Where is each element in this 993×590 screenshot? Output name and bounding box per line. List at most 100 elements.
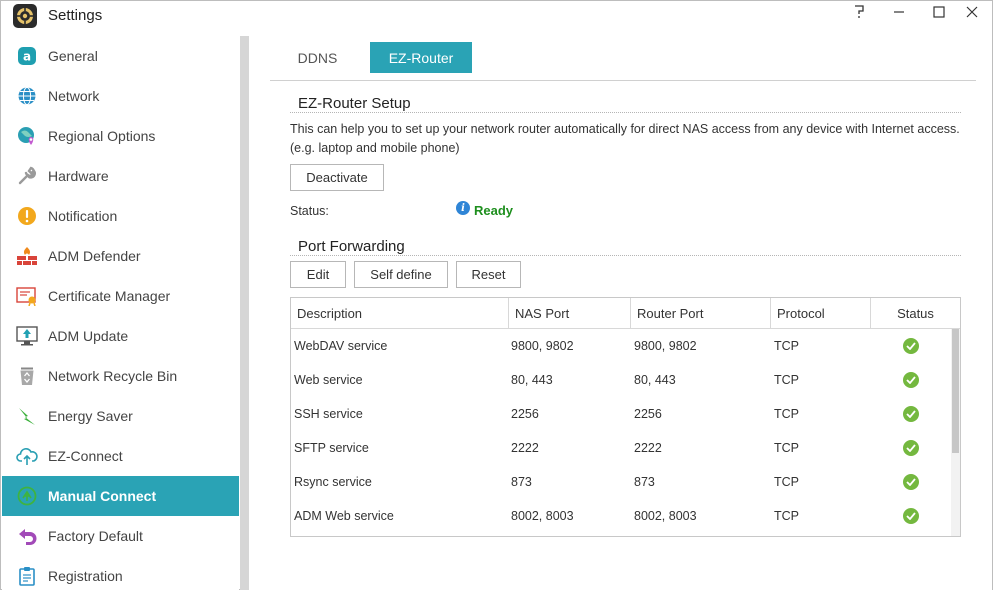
cell-description: SSH service — [294, 407, 363, 421]
sidebar-item-label: ADM Update — [48, 328, 129, 344]
close-button[interactable] — [952, 1, 992, 23]
firewall-icon — [16, 245, 38, 267]
column-header-router-port[interactable]: Router Port — [631, 298, 771, 329]
sidebar-item-label: Energy Saver — [48, 408, 133, 424]
window-title: Settings — [48, 7, 103, 24]
sidebar-item-label: General — [48, 48, 98, 64]
cell-nas-port: 2256 — [511, 407, 539, 421]
tab-bar: DDNS EZ-Router — [270, 42, 976, 81]
cell-router-port: 80, 443 — [634, 373, 676, 387]
tab-ddns[interactable]: DDNS — [270, 42, 365, 73]
table-scrollbar-thumb[interactable] — [952, 329, 959, 453]
sidebar-item-energy-saver[interactable]: Energy Saver — [2, 396, 239, 436]
sidebar-item-notification[interactable]: Notification — [2, 196, 239, 236]
cell-description: SFTP service — [294, 441, 369, 455]
cell-nas-port: 2222 — [511, 441, 539, 455]
sidebar-item-ez-connect[interactable]: EZ-Connect — [2, 436, 239, 476]
manual-connect-icon — [16, 485, 38, 507]
cell-description: Web service — [294, 373, 363, 387]
sidebar-item-label: Registration — [48, 568, 123, 584]
sidebar-item-regional-options[interactable]: Regional Options — [2, 116, 239, 156]
hardware-icon — [16, 165, 38, 187]
cell-description: Rsync service — [294, 475, 372, 489]
tab-ez-router[interactable]: EZ-Router — [370, 42, 472, 73]
sidebar-item-label: ADM Defender — [48, 248, 141, 264]
cell-nas-port: 80, 443 — [511, 373, 553, 387]
cell-protocol: TCP — [774, 339, 799, 353]
sidebar-item-hardware[interactable]: Hardware — [2, 156, 239, 196]
status-ok-icon — [903, 329, 919, 363]
reset-button[interactable]: Reset — [456, 261, 521, 288]
column-header-nas-port[interactable]: NAS Port — [509, 298, 631, 329]
cell-protocol: TCP — [774, 509, 799, 523]
undo-icon — [16, 525, 38, 547]
status-label: Status: — [290, 204, 329, 218]
sidebar-item-registration[interactable]: Registration — [2, 556, 239, 590]
cell-nas-port: 873 — [511, 475, 532, 489]
cell-protocol: TCP — [774, 475, 799, 489]
minimize-button[interactable] — [879, 1, 919, 23]
settings-sidebar: a General Network Regional Options Hardw… — [2, 36, 239, 590]
sidebar-item-label: Certificate Manager — [48, 288, 171, 304]
divider — [290, 112, 961, 113]
sidebar-item-label: Network — [48, 88, 100, 104]
cell-router-port: 8002, 8003 — [634, 509, 697, 523]
table-row[interactable]: Rsync service 873 873 TCP — [291, 465, 949, 499]
sidebar-item-certificate-manager[interactable]: Certificate Manager — [2, 276, 239, 316]
cell-router-port: 2256 — [634, 407, 662, 421]
status-value: Ready — [474, 203, 514, 218]
cell-router-port: 2222 — [634, 441, 662, 455]
table-row[interactable]: SFTP service 2222 2222 TCP — [291, 431, 949, 465]
column-header-description[interactable]: Description — [291, 298, 509, 329]
port-forwarding-table: Description NAS Port Router Port Protoco… — [290, 297, 961, 537]
certificate-icon — [16, 285, 38, 307]
recycle-bin-icon — [16, 365, 38, 387]
general-icon: a — [16, 45, 38, 67]
sidebar-item-network[interactable]: Network — [2, 76, 239, 116]
sidebar-item-label: EZ-Connect — [48, 448, 123, 464]
sidebar-item-manual-connect[interactable]: Manual Connect — [2, 476, 239, 516]
self-define-button[interactable]: Self define — [354, 261, 448, 288]
energy-icon — [16, 405, 38, 427]
cell-protocol: TCP — [774, 373, 799, 387]
sidebar-item-label: Regional Options — [48, 128, 156, 144]
clipboard-icon — [16, 565, 38, 587]
update-icon — [16, 325, 38, 347]
table-row[interactable]: ADM Web service 8002, 8003 8002, 8003 TC… — [291, 499, 949, 533]
cell-nas-port: 9800, 9802 — [511, 339, 574, 353]
svg-text:a: a — [23, 50, 31, 64]
cell-protocol: TCP — [774, 441, 799, 455]
sidebar-item-general[interactable]: a General — [2, 36, 239, 76]
sidebar-scrollbar[interactable] — [240, 36, 249, 590]
deactivate-button[interactable]: Deactivate — [290, 164, 384, 191]
setup-section-title: EZ-Router Setup — [298, 95, 411, 112]
cell-description: WebDAV service — [294, 339, 388, 353]
cloud-icon — [16, 445, 38, 467]
table-row[interactable]: SSH service 2256 2256 TCP — [291, 397, 949, 431]
cell-router-port: 9800, 9802 — [634, 339, 697, 353]
sidebar-item-network-recycle-bin[interactable]: Network Recycle Bin — [2, 356, 239, 396]
table-row[interactable]: WebDAV service 9800, 9802 9800, 9802 TCP — [291, 329, 949, 363]
edit-button[interactable]: Edit — [290, 261, 346, 288]
port-forwarding-title: Port Forwarding — [298, 238, 405, 255]
cell-router-port: 873 — [634, 475, 655, 489]
help-button[interactable] — [839, 1, 879, 23]
table-row[interactable]: Web service 80, 443 80, 443 TCP — [291, 363, 949, 397]
status-ok-icon — [903, 431, 919, 465]
settings-app-icon — [13, 4, 37, 28]
sidebar-item-label: Notification — [48, 208, 118, 224]
sidebar-item-adm-defender[interactable]: ADM Defender — [2, 236, 239, 276]
column-header-status[interactable]: Status — [871, 298, 960, 329]
setup-description: This can help you to set up your network… — [290, 122, 960, 155]
sidebar-item-label: Hardware — [48, 168, 109, 184]
status-ok-icon — [903, 363, 919, 397]
table-scrollbar[interactable] — [951, 329, 960, 536]
column-header-protocol[interactable]: Protocol — [771, 298, 871, 329]
sidebar-item-factory-default[interactable]: Factory Default — [2, 516, 239, 556]
status-ok-icon — [903, 465, 919, 499]
divider — [290, 255, 961, 256]
cell-description: ADM Web service — [294, 509, 394, 523]
info-icon: i — [456, 201, 470, 215]
settings-window: Settings a General Network Regional Opti… — [0, 0, 993, 590]
sidebar-item-adm-update[interactable]: ADM Update — [2, 316, 239, 356]
